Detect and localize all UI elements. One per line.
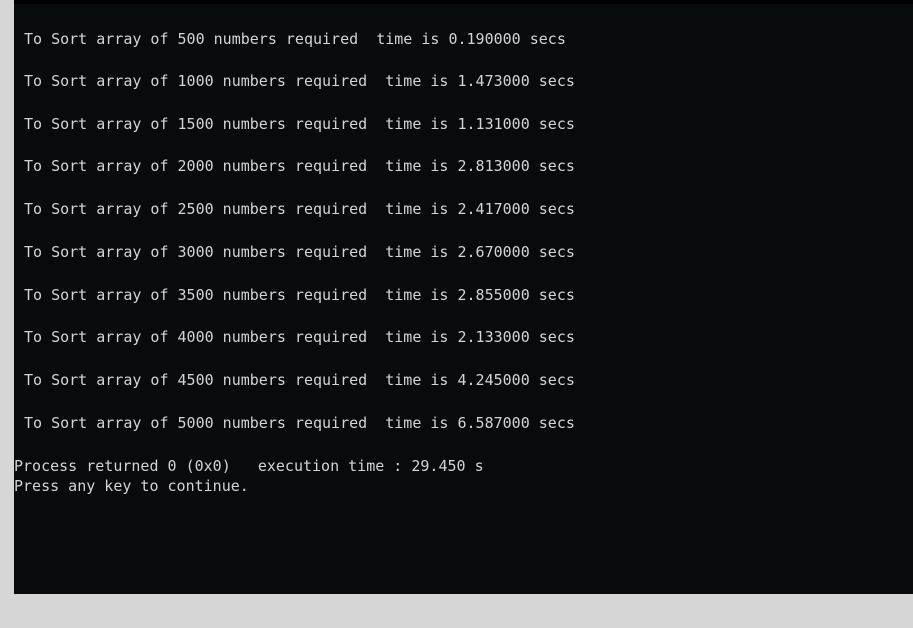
console-output[interactable]: To Sort array of 500 numbers required ti… [14,4,913,594]
result-line-4000: To Sort array of 4000 numbers required t… [24,328,575,346]
window-frame-left [0,0,14,628]
console-window: To Sort array of 500 numbers required ti… [0,0,913,628]
result-line-3500: To Sort array of 3500 numbers required t… [24,286,575,304]
result-line-1000: To Sort array of 1000 numbers required t… [24,72,575,90]
result-line-2000: To Sort array of 2000 numbers required t… [24,157,575,175]
result-line-4500: To Sort array of 4500 numbers required t… [24,371,575,389]
result-line-1500: To Sort array of 1500 numbers required t… [24,115,575,133]
process-returned-line: Process returned 0 (0x0) execution time … [14,457,484,475]
result-line-5000: To Sort array of 5000 numbers required t… [24,414,575,432]
press-any-key-line: Press any key to continue. [14,477,249,495]
result-line-2500: To Sort array of 2500 numbers required t… [24,200,575,218]
result-line-3000: To Sort array of 3000 numbers required t… [24,243,575,261]
result-line-500: To Sort array of 500 numbers required ti… [24,30,566,48]
